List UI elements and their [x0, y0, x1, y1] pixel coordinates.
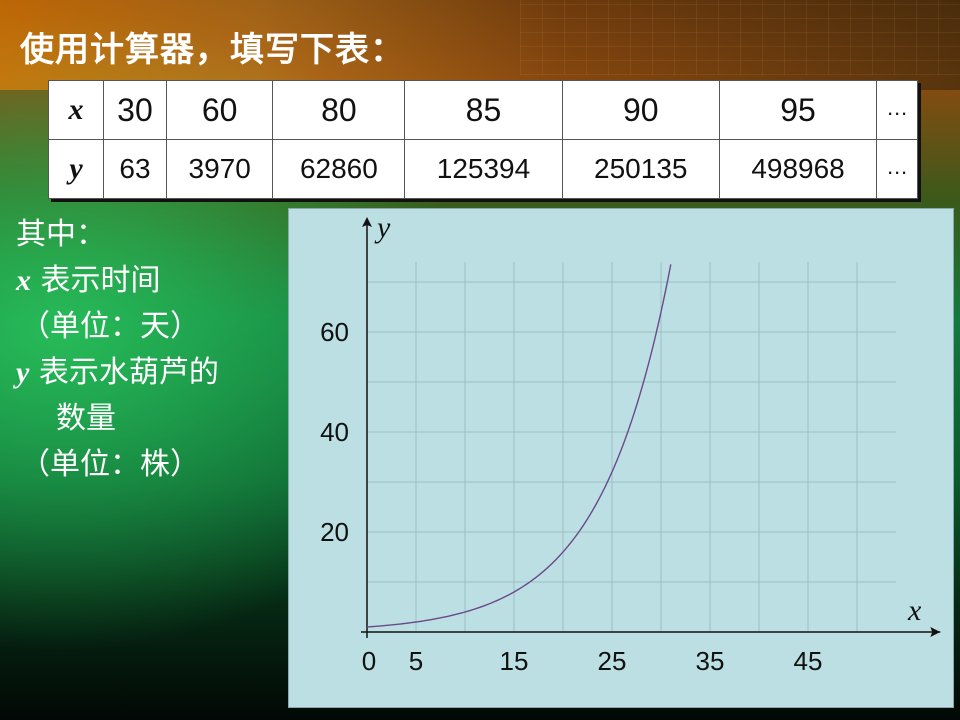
table-cell: 85: [404, 80, 563, 140]
table-cell: 3970: [165, 139, 274, 199]
y-tick-label: 60: [320, 317, 349, 347]
table-cell: 30: [103, 80, 167, 140]
table-cell: 62860: [272, 139, 406, 199]
table-cell: 125394: [404, 139, 563, 199]
table-cell: 250135: [561, 139, 720, 199]
x-variable: x: [16, 264, 31, 297]
x-tick-label: 0: [362, 646, 376, 676]
table-cell-ellipsis: …: [876, 80, 918, 140]
notes-x-line: x 表示时间: [16, 258, 281, 304]
table-row-y: y 63 3970 62860 125394 250135 498968 …: [48, 139, 918, 199]
data-table: x 30 60 80 85 90 95 … y 63 3970 62860 12…: [48, 80, 918, 199]
x-description: 表示时间: [31, 263, 161, 298]
exponential-curve: [366, 264, 672, 628]
y-description: 表示水葫芦的: [29, 355, 219, 390]
background-grid-pattern: [520, 0, 960, 75]
table-cell-ellipsis: …: [876, 139, 918, 199]
table-row-x: x 30 60 80 85 90 95 …: [48, 80, 918, 140]
x-tick-label: 25: [598, 646, 627, 676]
table-cell: 60: [165, 80, 274, 140]
x-axis-label: x: [907, 594, 922, 627]
table-cell: 95: [718, 80, 878, 140]
table-cell: 80: [272, 80, 406, 140]
y-description-cont: 数量: [56, 401, 116, 436]
legend-notes: 其中： x 表示时间 （单位：天） y 表示水葫芦的 数量 （单位：株）: [16, 212, 281, 488]
notes-intro: 其中：: [16, 217, 106, 252]
table-cell: 90: [561, 80, 720, 140]
x-tick-label: 35: [696, 646, 725, 676]
exponential-chart: x y 0 5 15 25 35 45 20 40 60: [320, 211, 941, 676]
y-tick-label: 20: [320, 517, 349, 547]
row-header-y: y: [48, 139, 104, 199]
chart-panel: x y 0 5 15 25 35 45 20 40 60: [288, 208, 954, 708]
notes-x-unit: （单位：天）: [20, 309, 200, 344]
table-cell: 498968: [718, 139, 878, 199]
x-tick-label: 5: [409, 646, 423, 676]
table-cell: 63: [103, 139, 167, 199]
y-tick-label: 40: [320, 417, 349, 447]
page-title: 使用计算器，填写下表：: [20, 30, 405, 70]
y-axis-label: y: [374, 211, 391, 244]
x-tick-label: 45: [794, 646, 823, 676]
x-tick-label: 15: [500, 646, 529, 676]
notes-y-line: y 表示水葫芦的: [16, 350, 281, 396]
notes-y-unit: （单位：株）: [20, 447, 200, 482]
row-header-x: x: [48, 80, 104, 140]
y-variable: y: [16, 356, 30, 389]
